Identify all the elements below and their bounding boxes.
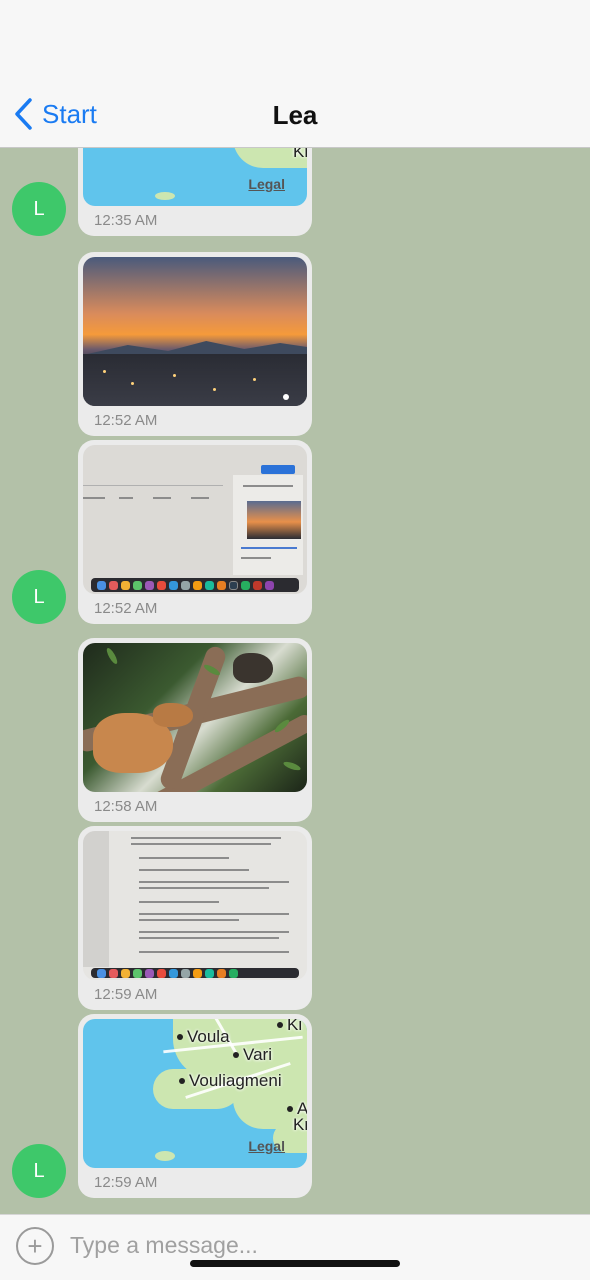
map-legal-link[interactable]: Legal bbox=[248, 176, 285, 192]
message-bubble[interactable]: Ac Kr Legal 12:35 AM bbox=[78, 148, 312, 236]
message-list[interactable]: Ac Kr Legal 12:35 AM L 12:52 AM bbox=[0, 148, 590, 1214]
map-legal-link[interactable]: Legal bbox=[248, 1138, 285, 1154]
avatar[interactable]: L bbox=[12, 1144, 66, 1198]
message-time: 12:52 AM bbox=[94, 412, 158, 429]
map-image[interactable]: Ac Kr Legal bbox=[83, 148, 307, 206]
message-bubble[interactable]: 12:58 AM bbox=[78, 638, 312, 822]
avatar[interactable]: L bbox=[12, 182, 66, 236]
map-label: Voula bbox=[177, 1027, 230, 1047]
message-time: 12:59 AM bbox=[94, 1174, 158, 1191]
map-label: Kr bbox=[293, 148, 307, 161]
nav-header: Start Lea bbox=[0, 0, 590, 148]
sunset-photo[interactable] bbox=[83, 257, 307, 406]
message-bubble[interactable]: 12:52 AM bbox=[78, 252, 312, 436]
map-image[interactable]: Voula Vari Vouliagmeni Ki Ac Kr Legal bbox=[83, 1019, 307, 1168]
map-label: Kr bbox=[293, 1115, 307, 1134]
assignment-photo[interactable] bbox=[83, 831, 307, 980]
message-bubble[interactable]: 12:59 AM bbox=[78, 826, 312, 1010]
chat-title: Lea bbox=[272, 100, 318, 130]
cat-photo[interactable] bbox=[83, 643, 307, 792]
composer-bar: + bbox=[0, 1214, 590, 1280]
message-time: 12:58 AM bbox=[94, 798, 158, 815]
map-label: Vari bbox=[233, 1045, 272, 1065]
screen-photo[interactable] bbox=[83, 445, 307, 594]
map-label: Vouliagmeni bbox=[179, 1071, 282, 1091]
attach-button[interactable]: + bbox=[16, 1227, 54, 1265]
message-input[interactable] bbox=[70, 1225, 570, 1265]
message-time: 12:35 AM bbox=[94, 212, 158, 229]
plus-icon: + bbox=[27, 1231, 43, 1261]
message-time: 12:59 AM bbox=[94, 986, 158, 1003]
message-bubble[interactable]: 12:52 AM bbox=[78, 440, 312, 624]
avatar[interactable]: L bbox=[12, 570, 66, 624]
message-bubble[interactable]: Voula Vari Vouliagmeni Ki Ac Kr Legal 12… bbox=[78, 1014, 312, 1198]
message-time: 12:52 AM bbox=[94, 600, 158, 617]
map-label: Ki bbox=[277, 1019, 302, 1035]
home-indicator bbox=[190, 1260, 400, 1267]
